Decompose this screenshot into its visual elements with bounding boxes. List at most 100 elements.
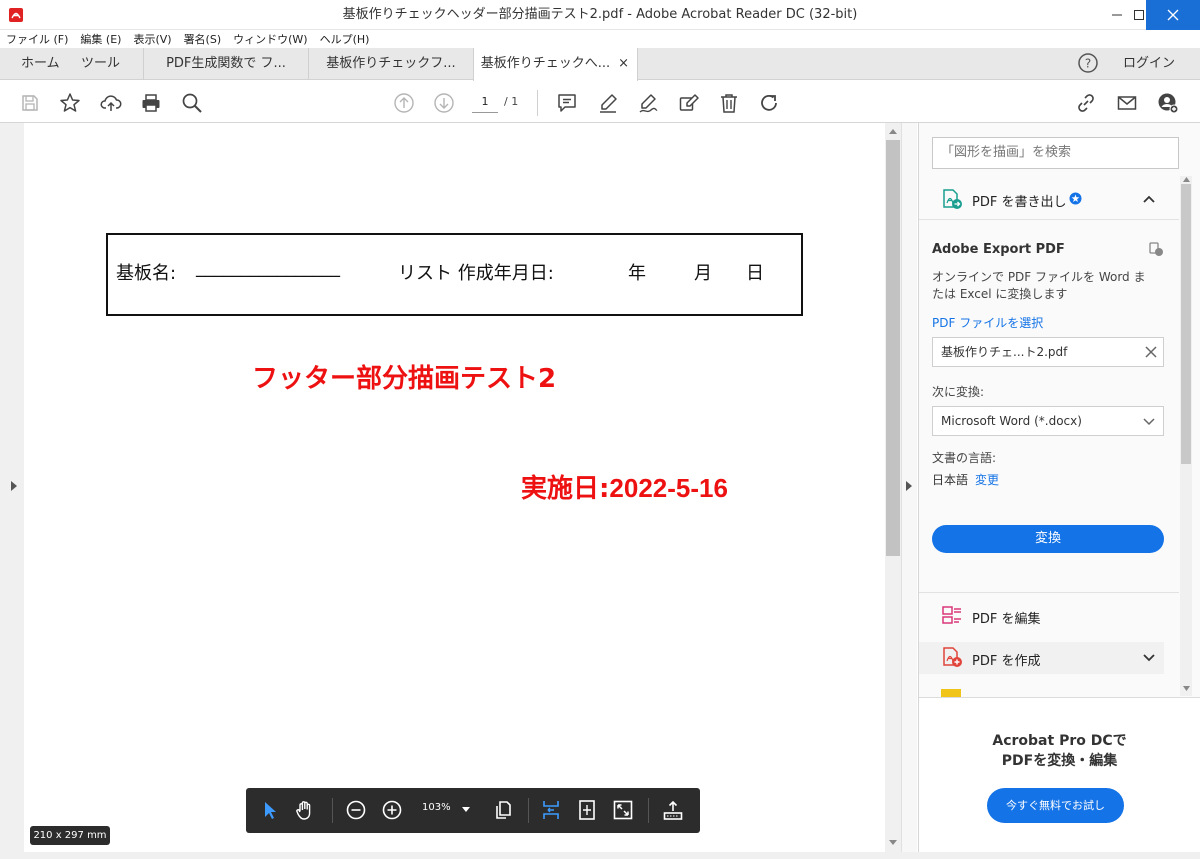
adobe-export-title: Adobe Export PDF [932,242,1065,257]
pane-scroll-up-icon[interactable] [1183,177,1190,182]
convert-to-label: 次に変換: [932,385,985,399]
fit-width-button[interactable] [539,798,563,822]
add-person-icon [1158,93,1179,114]
panel-divider [919,592,1179,593]
highlighter-pen-icon [600,94,617,113]
floating-toolbar-divider [648,798,649,823]
header-box: 基板名: ________________ リスト 作成年月日: 年 月 日 [106,233,803,316]
menu-view[interactable]: 表示(V) [133,31,171,47]
zoom-level[interactable]: 103% [422,802,451,813]
tools-search-input[interactable]: 「図形を描画」を検索 [932,137,1179,169]
plus-circle-icon [382,800,402,820]
next-page-button[interactable] [432,91,456,115]
change-language-link[interactable]: 変更 [975,471,999,488]
zoom-out-button[interactable] [344,798,368,822]
convert-format-select[interactable]: Microsoft Word (*.docx) [932,406,1164,436]
tab-home[interactable]: ホーム [21,48,60,80]
select-tool-button[interactable] [258,798,282,822]
tab-document-2[interactable]: 基板作りチェックフ... [308,48,473,80]
print-button[interactable] [139,91,163,115]
pane-scroll-down-icon[interactable] [1183,686,1190,691]
upload-cloud-button[interactable] [99,91,123,115]
tool-edit-pdf[interactable]: PDF を編集 [919,600,1179,632]
share-link-button[interactable] [1074,91,1098,115]
menu-edit[interactable]: 編集 (E) [80,31,121,47]
tab-tools[interactable]: ツール [81,48,120,80]
edit-pdf-label: PDF を編集 [972,612,1041,627]
page-number-input[interactable]: 1 [472,93,498,113]
full-screen-icon [613,800,633,820]
menu-file[interactable]: ファイル (F) [6,31,68,47]
collapse-right-panel-icon[interactable] [905,481,913,491]
clear-file-icon[interactable] [1145,346,1157,358]
fit-page-button[interactable] [575,798,599,822]
freehand-draw-icon [639,94,658,113]
fill-sign-button[interactable] [677,91,701,115]
tool-create-pdf[interactable]: PDF を作成 [919,642,1164,674]
search-button[interactable] [180,91,204,115]
chevron-down-icon [1143,418,1155,426]
menu-sign[interactable]: 署名(S) [184,31,222,47]
help-icon: ? [1078,53,1098,73]
month-label: 月 [694,263,712,284]
tab-document-active[interactable]: 基板作りチェックへ... × [473,48,638,81]
copy-pages-icon [496,801,511,819]
premium-badge-icon [1069,192,1082,205]
comment-button[interactable] [555,91,579,115]
chevron-up-icon[interactable] [1143,195,1155,203]
trash-icon [721,94,737,113]
bookmark-star-button[interactable] [58,91,82,115]
expand-left-panel-icon[interactable] [10,481,18,491]
select-pdf-link[interactable]: PDF ファイルを選択 [932,314,1043,331]
add-user-button[interactable] [1156,91,1180,115]
selected-file-field[interactable]: 基板作りチェ...ト2.pdf [932,337,1164,367]
free-trial-button[interactable]: 今すぐ無料でお試し [987,788,1124,823]
convert-button[interactable]: 変換 [932,525,1164,553]
document-language-label: 文書の言語: [932,451,997,465]
delete-button[interactable] [717,91,741,115]
export-description-line-2: たは Excel に変換します [932,287,1068,301]
day-label: 日 [746,263,764,284]
draw-button[interactable] [636,91,660,115]
tab-document-label: 基板作りチェックフ... [326,56,456,71]
board-name-blank: ________________ [196,257,340,278]
toolbar-divider [537,90,538,116]
tab-bar: ホーム ツール PDF生成関数で フ... 基板作りチェックフ... 基板作りチ… [0,48,1200,81]
zoom-in-button[interactable] [380,798,404,822]
svg-text:?: ? [1085,57,1091,71]
acrobat-pro-promo [919,697,1200,852]
tab-document-label: PDF生成関数で フ... [166,56,286,71]
create-pdf-label: PDF を作成 [972,654,1041,669]
year-label: 年 [628,263,646,284]
selected-file-name: 基板作りチェ...ト2.pdf [941,345,1068,359]
email-button[interactable] [1115,91,1139,115]
zoom-dropdown-icon[interactable] [462,807,470,812]
hand-tool-button[interactable] [293,798,317,822]
tools-pane-scrollbar-thumb[interactable] [1181,184,1191,464]
read-mode-button[interactable] [661,798,685,822]
save-button[interactable] [18,91,42,115]
tab-document-1[interactable]: PDF生成関数で フ... [143,48,308,80]
full-screen-button[interactable] [611,798,635,822]
partially-hidden-tool-icon [941,689,961,697]
tab-close-icon[interactable]: × [618,48,629,80]
save-icon [22,95,38,111]
chevron-down-icon[interactable] [1143,654,1155,662]
document-scrollbar-thumb[interactable] [886,140,900,556]
link-icon [1078,94,1094,112]
previous-page-button[interactable] [392,91,416,115]
export-pdf-header[interactable]: PDF を書き出し [919,176,1179,220]
highlight-button[interactable] [596,91,620,115]
help-button[interactable]: ? [1077,52,1101,76]
scroll-down-icon[interactable] [889,840,897,846]
close-window-button[interactable] [1146,0,1200,30]
login-button[interactable]: ログイン [1123,48,1175,80]
arrow-down-circle-icon [434,93,454,113]
page-thumbnails-button[interactable] [491,798,515,822]
scroll-up-icon[interactable] [889,128,897,134]
menu-window[interactable]: ウィンドウ(W) [233,31,307,47]
redo-button[interactable] [757,91,781,115]
menu-help[interactable]: ヘルプ(H) [320,31,370,47]
export-description-line-1: オンラインで PDF ファイルを Word ま [932,270,1146,284]
document-language-value: 日本語 [932,473,969,487]
